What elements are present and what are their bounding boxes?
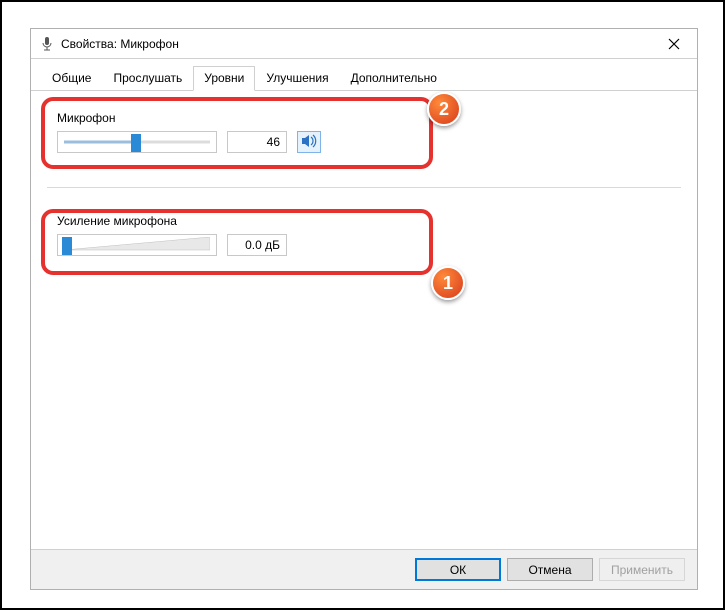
cancel-button[interactable]: Отмена	[507, 558, 593, 581]
microphone-slider-row: 46	[57, 131, 671, 153]
microphone-level-group: Микрофон 46	[47, 103, 681, 167]
dialog-window: Свойства: Микрофон Общие Прослушать Уров…	[30, 28, 698, 590]
ok-button[interactable]: ОК	[415, 558, 501, 581]
boost-slider[interactable]	[57, 234, 217, 256]
window-title: Свойства: Микрофон	[61, 37, 651, 51]
tab-advanced[interactable]: Дополнительно	[340, 66, 448, 91]
microphone-value[interactable]: 46	[227, 131, 287, 153]
boost-value[interactable]: 0.0 дБ	[227, 234, 287, 256]
tab-levels[interactable]: Уровни	[193, 66, 255, 91]
microphone-label: Микрофон	[57, 111, 671, 125]
dialog-footer: ОК Отмена Применить	[31, 549, 697, 589]
boost-slider-row: 0.0 дБ	[57, 234, 671, 256]
microphone-boost-group: Усиление микрофона 0.0 дБ	[47, 206, 681, 270]
tab-listen[interactable]: Прослушать	[102, 66, 193, 91]
apply-button[interactable]: Применить	[599, 558, 685, 581]
speaker-icon	[301, 134, 317, 151]
close-button[interactable]	[651, 29, 697, 59]
boost-label: Усиление микрофона	[57, 214, 671, 228]
titlebar: Свойства: Микрофон	[31, 29, 697, 59]
annotation-callout-1: 1	[431, 266, 465, 300]
microphone-slider[interactable]	[57, 131, 217, 153]
microphone-icon	[39, 36, 55, 52]
tab-content-levels: 2 Микрофон 46 1 Усиление микр	[31, 91, 697, 551]
tabstrip: Общие Прослушать Уровни Улучшения Дополн…	[31, 59, 697, 91]
tab-enhancements[interactable]: Улучшения	[255, 66, 339, 91]
tab-general[interactable]: Общие	[41, 66, 102, 91]
mute-button[interactable]	[297, 131, 321, 153]
divider	[47, 187, 681, 188]
